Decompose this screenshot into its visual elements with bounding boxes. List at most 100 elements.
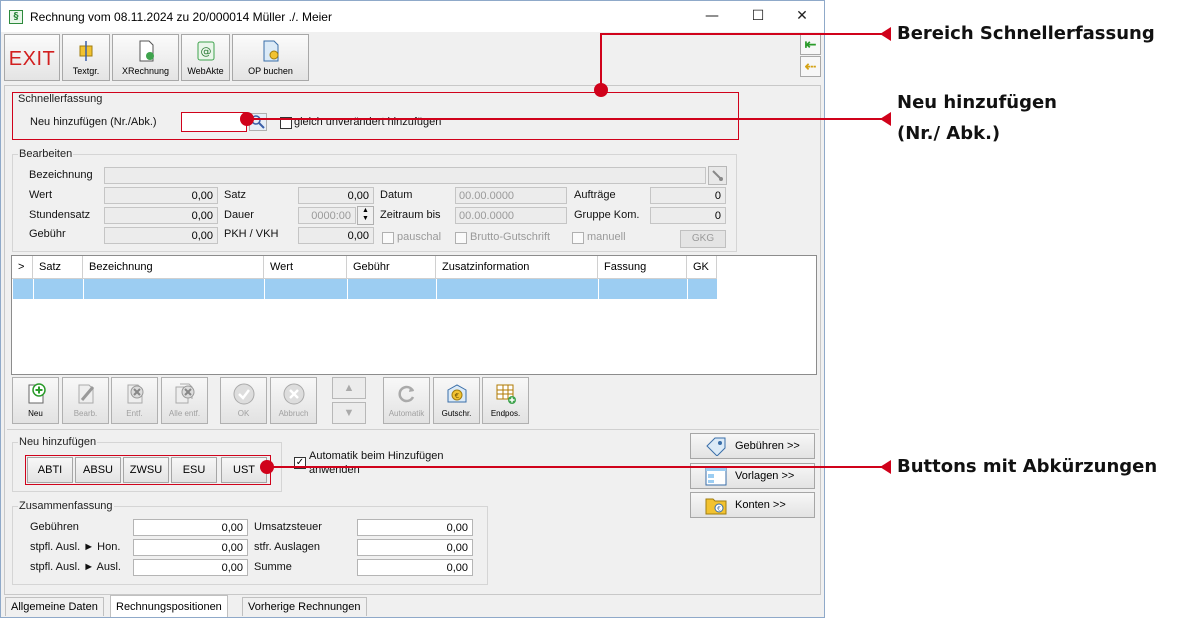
gutschr-label: Gutschr. — [441, 409, 472, 418]
edit-icon — [78, 384, 94, 404]
op-buchen-button[interactable]: OP buchen — [232, 34, 309, 81]
brutto-gutschrift-checkbox[interactable] — [455, 232, 467, 244]
ust-label: Umsatzsteuer — [254, 521, 322, 533]
webakte-label: WebAkte — [187, 66, 224, 76]
table-row[interactable] — [13, 279, 717, 299]
xrechnung-button[interactable]: XRechnung — [112, 34, 179, 81]
move-down-icon[interactable]: ▼ — [332, 402, 366, 424]
brutto-gutschrift-label: Brutto-Gutschrift — [470, 231, 551, 243]
esu-button[interactable]: ESU — [171, 457, 217, 483]
ok-button[interactable]: OK — [220, 377, 267, 424]
column-header[interactable]: GK — [687, 256, 717, 279]
neu-button[interactable]: Neu — [12, 377, 59, 424]
textgr-button[interactable]: Textgr. — [62, 34, 110, 81]
automatik-label: Automatik — [388, 409, 425, 418]
gruppe-field[interactable]: 0 — [650, 207, 726, 224]
pauschal-label: pauschal — [397, 231, 442, 243]
summe-value: 0,00 — [357, 559, 473, 576]
webakte-button[interactable]: @ WebAkte — [181, 34, 230, 81]
automatik-label-line1: Automatik beim Hinzufügen — [309, 450, 444, 462]
svg-text:@: @ — [200, 45, 211, 58]
annotation-bereich-schnellerfassung: Bereich Schnellerfassung — [897, 23, 1155, 44]
manuell-checkbox[interactable] — [572, 232, 584, 244]
accounts-icon: € — [705, 498, 727, 515]
column-header[interactable]: Gebühr — [347, 256, 436, 279]
datum-field[interactable]: 00.00.0000 — [455, 187, 567, 204]
annotation-neu-line1: Neu hinzufügen — [897, 92, 1057, 113]
abbruch-button[interactable]: Abbruch — [270, 377, 317, 424]
maximize-button[interactable]: ☐ — [735, 1, 781, 32]
automatik-button[interactable]: Automatik — [383, 377, 430, 424]
pkh-field[interactable]: 0,00 — [298, 227, 374, 244]
column-header[interactable]: Wert — [264, 256, 347, 279]
alle-entf-button[interactable]: Alle entf. — [161, 377, 208, 424]
minimize-button[interactable]: — — [689, 1, 735, 32]
neu-hinzufuegen-label: Neu hinzufügen (Nr./Abk.) — [30, 116, 157, 128]
tab-rechnungspositionen[interactable]: Rechnungspositionen — [110, 595, 228, 617]
column-header[interactable]: Zusatzinformation — [436, 256, 598, 279]
entf-button[interactable]: Entf. — [111, 377, 158, 424]
exit-label: EXIT — [8, 48, 56, 70]
endpos-button[interactable]: Endpos. — [482, 377, 529, 424]
abti-button[interactable]: ABTI — [27, 457, 73, 483]
dauer-field[interactable]: 0000:00 — [298, 207, 356, 224]
alle-entf-label: Alle entf. — [168, 409, 201, 418]
svg-text:€: € — [717, 506, 721, 513]
pin-icon[interactable] — [708, 166, 727, 185]
add-document-icon — [28, 383, 46, 404]
annotation-line — [266, 466, 884, 468]
wert-label: Wert — [29, 189, 53, 201]
konten-label: Konten >> — [735, 499, 786, 511]
bezeichnung-field[interactable] — [104, 167, 706, 184]
close-button[interactable]: ✕ — [779, 1, 825, 32]
nav-prev-icon[interactable]: ⇠ — [800, 56, 821, 77]
annotation-buttons-abkuerzungen: Buttons mit Abkürzungen — [897, 456, 1158, 477]
annotation-line — [246, 118, 884, 120]
wert-field[interactable]: 0,00 — [104, 187, 218, 204]
summe-label: Summe — [254, 561, 292, 573]
gebuehr-field[interactable]: 0,00 — [104, 227, 218, 244]
checkmark-icon — [233, 383, 254, 405]
refresh-icon — [397, 385, 414, 403]
gebuehren-button[interactable]: Gebühren >> — [690, 433, 815, 459]
stundensatz-field[interactable]: 0,00 — [104, 207, 218, 224]
move-up-icon[interactable]: ▲ — [332, 377, 366, 399]
bearb-button[interactable]: Bearb. — [62, 377, 109, 424]
zeitraum-field[interactable]: 00.00.0000 — [455, 207, 567, 224]
schnellerfassung-title: Schnellerfassung — [18, 93, 103, 105]
gkg-button[interactable]: GKG — [680, 230, 726, 248]
tab-bar: Allgemeine Daten Rechnungspositionen Vor… — [4, 595, 821, 617]
annotation-line — [600, 33, 884, 35]
dauer-spinner-icon[interactable]: ▲ ▼ — [357, 206, 374, 225]
column-header[interactable]: Satz — [33, 256, 83, 279]
tab-allgemeine-daten[interactable]: Allgemeine Daten — [5, 597, 104, 616]
textgr-label: Textgr. — [72, 66, 100, 76]
text-block-icon — [79, 41, 93, 61]
column-header[interactable]: Fassung — [598, 256, 687, 279]
positions-table[interactable]: > Satz Bezeichnung Wert Gebühr Zusatzinf… — [11, 255, 817, 375]
stpfl-ausl-value: 0,00 — [133, 559, 248, 576]
bearb-label: Bearb. — [73, 409, 98, 418]
stfr-value: 0,00 — [357, 539, 473, 556]
xrechnung-icon — [139, 40, 154, 62]
nav-first-icon[interactable]: ⇤ — [800, 34, 821, 55]
stpfl-ausl-label: stpfl. Ausl. ► Ausl. — [30, 561, 121, 573]
absu-button[interactable]: ABSU — [75, 457, 121, 483]
op-buchen-label: OP buchen — [248, 66, 293, 76]
neu-label: Neu — [28, 409, 43, 418]
pauschal-checkbox[interactable] — [382, 232, 394, 244]
auftraege-field[interactable]: 0 — [650, 187, 726, 204]
auftraege-label: Aufträge — [574, 189, 616, 201]
credit-note-icon: € — [447, 384, 466, 403]
svg-text:€: € — [454, 392, 458, 400]
exit-button[interactable]: EXIT — [4, 34, 60, 81]
konten-button[interactable]: € Konten >> — [690, 492, 815, 518]
tab-vorherige-rechnungen[interactable]: Vorherige Rechnungen — [242, 597, 367, 616]
zwsu-button[interactable]: ZWSU — [123, 457, 169, 483]
satz-field[interactable]: 0,00 — [298, 187, 374, 204]
datum-label: Datum — [380, 189, 413, 201]
column-header[interactable]: Bezeichnung — [83, 256, 264, 279]
quick-entry-input[interactable] — [181, 112, 247, 132]
column-header[interactable]: > — [12, 256, 33, 279]
gutschr-button[interactable]: € Gutschr. — [433, 377, 480, 424]
